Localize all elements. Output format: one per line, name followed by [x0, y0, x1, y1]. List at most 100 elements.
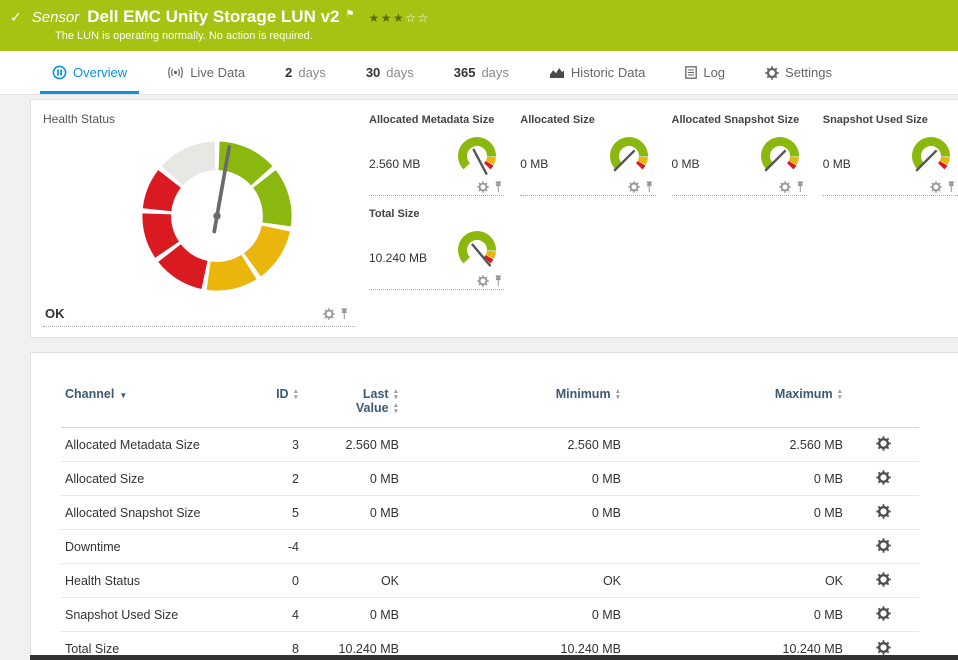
actions-cell — [847, 495, 919, 530]
priority-stars[interactable]: ★★★☆☆ — [368, 11, 429, 25]
object-kind-label: Sensor — [31, 9, 80, 26]
gauge-settings-icon[interactable] — [323, 307, 336, 320]
tab-settings[interactable]: Settings — [753, 51, 844, 94]
id-cell: -4 — [241, 529, 303, 564]
tab-365-days[interactable]: 365 days — [442, 51, 521, 94]
channel-name-cell: Allocated Size — [61, 461, 241, 496]
pin-icon[interactable] — [494, 180, 503, 193]
tab-number: 30 — [365, 65, 381, 80]
channel-settings-button[interactable] — [875, 503, 891, 522]
column-label: Value — [355, 401, 389, 415]
channel-name-cell: Allocated Metadata Size — [61, 427, 241, 462]
tab-live-data[interactable]: Live Data — [155, 51, 257, 94]
table-row-snapshot-used-size: Snapshot Used Size 4 0 MB 0 MB 0 MB — [61, 597, 919, 632]
gauge-block-total-size: Total Size 10.240 MB — [369, 208, 505, 290]
id-cell: 3 — [241, 427, 303, 462]
tab-2-days[interactable]: 2 days — [273, 51, 338, 94]
pause-circle-icon — [52, 65, 67, 80]
channel-settings-button[interactable] — [875, 571, 891, 590]
flag-icon[interactable]: ⚑ — [345, 9, 354, 20]
last-value-cell: 0 MB — [303, 461, 403, 496]
channel-table-panel: Channel ▼ ID ▲ ▼ Last ▲ ▼ Value ▲ ▼ Minimum ▲ ▼ Maximu… — [30, 352, 958, 660]
channel-settings-button[interactable] — [875, 537, 891, 556]
status-ok-check-icon: ✓ — [10, 9, 22, 25]
channel-settings-button[interactable] — [875, 605, 891, 624]
pin-icon[interactable] — [947, 180, 956, 193]
tab-label: Overview — [73, 65, 128, 80]
column-header-last-value[interactable]: Last ▲ ▼ Value ▲ ▼ — [303, 383, 403, 428]
gauge-label: Allocated Size — [520, 114, 595, 126]
tab-label: Settings — [785, 65, 833, 80]
minimum-cell: 0 MB — [403, 495, 625, 530]
gauge-block-allocated-snapshot-size: Allocated Snapshot Size 0 MB — [671, 114, 807, 196]
maximum-cell: 2.560 MB — [625, 427, 847, 462]
actions-cell — [847, 461, 919, 496]
minimum-cell — [403, 529, 625, 564]
gauge-block-allocated-metadata-size: Allocated Metadata Size 2.560 MB — [369, 114, 505, 196]
health-status-gauge — [43, 126, 355, 304]
column-header-id[interactable]: ID ▲ ▼ — [241, 383, 303, 428]
gauge-dial — [454, 228, 500, 274]
health-status-label: Health Status — [43, 112, 116, 126]
gauge-settings-icon[interactable] — [779, 180, 791, 193]
minimum-cell: OK — [403, 563, 625, 598]
gauge-settings-icon[interactable] — [930, 180, 943, 193]
column-label: ID — [276, 387, 289, 401]
column-header-minimum[interactable]: Minimum ▲ ▼ — [403, 383, 625, 428]
gauge-settings-icon[interactable] — [476, 274, 489, 287]
pin-icon[interactable] — [796, 180, 805, 193]
table-row-health-status: Health Status 0 OK OK OK — [61, 563, 919, 598]
last-value-cell: 0 MB — [303, 597, 403, 632]
log-icon — [685, 66, 698, 79]
gauge-block-snapshot-used-size: Snapshot Used Size 0 MB — [822, 114, 958, 196]
star-filled-icon[interactable]: ★ — [393, 11, 405, 25]
column-header-channel[interactable]: Channel ▼ — [61, 383, 241, 428]
id-cell: 2 — [241, 461, 303, 496]
sort-icon: ▲ ▼ — [836, 388, 843, 401]
channel-name-cell: Downtime — [61, 529, 241, 564]
tab-label: Historic Data — [570, 65, 646, 80]
tab-log[interactable]: Log — [673, 51, 737, 94]
column-header-maximum[interactable]: Maximum ▲ ▼ — [625, 383, 847, 428]
star-empty-icon[interactable]: ☆ — [418, 11, 430, 25]
star-filled-icon[interactable]: ★ — [381, 11, 393, 25]
table-row-allocated-snapshot-size: Allocated Snapshot Size 5 0 MB 0 MB 0 MB — [61, 495, 919, 530]
tab-label: days — [481, 65, 509, 80]
sort-descending-icon: ▼ — [119, 391, 128, 400]
gauge-settings-icon[interactable] — [628, 180, 640, 193]
channel-settings-button[interactable] — [875, 469, 891, 488]
column-label: Maximum — [774, 387, 833, 401]
pin-icon[interactable] — [645, 180, 654, 193]
id-cell: 4 — [241, 597, 303, 632]
tab-number: 365 — [453, 65, 476, 80]
channel-table: Channel ▼ ID ▲ ▼ Last ▲ ▼ Value ▲ ▼ Minimum ▲ ▼ Maximu… — [61, 383, 919, 659]
gauge-label: Snapshot Used Size — [822, 114, 928, 126]
channel-gauges: Allocated Metadata Size 2.560 MB Allocated… — [369, 112, 958, 327]
gauge-settings-icon[interactable] — [476, 180, 489, 193]
gauge-block-allocated-size: Allocated Size 0 MB — [520, 114, 656, 196]
table-row-allocated-metadata-size: Allocated Metadata Size 3 2.560 MB 2.560 MB… — [61, 427, 919, 462]
minimum-cell: 0 MB — [403, 597, 625, 632]
id-cell: 5 — [241, 495, 303, 530]
pin-icon[interactable] — [494, 274, 503, 287]
gauge-label: Allocated Snapshot Size — [671, 114, 800, 126]
tab-number: 2 — [285, 65, 293, 80]
channel-settings-button[interactable] — [875, 435, 891, 454]
last-value-cell: OK — [303, 563, 403, 598]
tab-30-days[interactable]: 30 days — [354, 51, 426, 94]
health-status-block: Health Status OK — [43, 112, 369, 327]
star-filled-icon[interactable]: ★ — [368, 11, 380, 25]
maximum-cell: OK — [625, 563, 847, 598]
health-footer-icons — [323, 307, 349, 320]
dark-footer-edge — [30, 655, 958, 660]
tab-overview[interactable]: Overview — [40, 51, 139, 94]
table-row-allocated-size: Allocated Size 2 0 MB 0 MB 0 MB — [61, 461, 919, 496]
tab-label: days — [298, 65, 326, 80]
tab-historic-data[interactable]: Historic Data — [537, 51, 657, 94]
star-empty-icon[interactable]: ☆ — [405, 11, 417, 25]
actions-cell — [847, 563, 919, 598]
sort-icon: ▲ ▼ — [614, 388, 621, 401]
pin-icon[interactable] — [340, 307, 349, 320]
last-value-cell: 0 MB — [303, 495, 403, 530]
health-gauge-dial — [142, 141, 292, 291]
